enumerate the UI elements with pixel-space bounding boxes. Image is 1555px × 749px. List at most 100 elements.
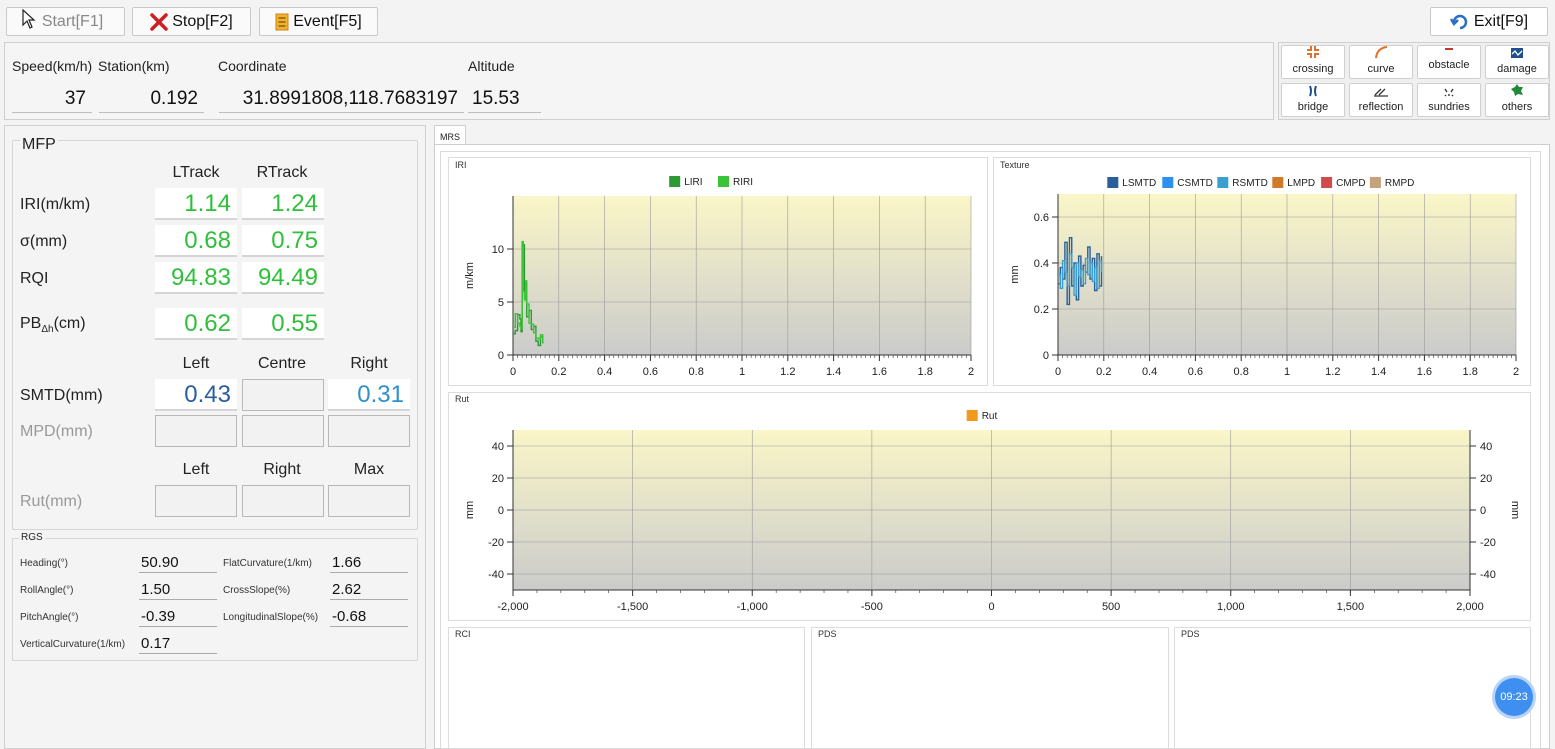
speed-value: 37 bbox=[12, 85, 92, 113]
crossing-button[interactable]: crossing bbox=[1281, 45, 1345, 79]
rtrack-header: RTrack bbox=[256, 164, 308, 181]
station-label: Station(km) bbox=[98, 58, 170, 74]
texture-chart: 0 0.2 0.4 0.6 0.8 1 1.2 1.4 1.6 1.8 2 0 0.2 0.4 0.6 mm L… bbox=[1009, 177, 1519, 378]
obstacle-button[interactable]: obstacle bbox=[1417, 45, 1481, 79]
x-tick-label: 0.2 bbox=[1096, 366, 1111, 378]
legend-label-cmpd: CMPD bbox=[1336, 178, 1365, 189]
exit-button[interactable]: Exit[F9] bbox=[1430, 7, 1548, 36]
event-list-icon bbox=[275, 13, 289, 31]
x-tick-label: 0 bbox=[1055, 366, 1061, 378]
x-tick-label: 1 bbox=[1284, 366, 1290, 378]
exit-arrow-icon bbox=[1449, 14, 1470, 30]
y2-axis-label: mm bbox=[1509, 501, 1521, 519]
stop-label: Stop[F2] bbox=[172, 12, 233, 30]
x-tick-label: 0.6 bbox=[1188, 366, 1203, 378]
others-label: others bbox=[1501, 101, 1533, 113]
event-button[interactable]: Event[F5] bbox=[259, 7, 378, 36]
clock-bubble[interactable]: 09:23 bbox=[1495, 678, 1533, 716]
mpd-left-value bbox=[155, 415, 237, 447]
flatcurv-label: FlatCurvature(1/km) bbox=[223, 558, 312, 569]
smtd-centre-value bbox=[242, 379, 324, 411]
bridge-button[interactable]: bridge bbox=[1281, 83, 1345, 117]
altitude-value: 15.53 bbox=[468, 85, 541, 113]
iri-left-value: 1.14 bbox=[155, 188, 237, 220]
x-tick-label: 1.6 bbox=[1417, 366, 1432, 378]
x-tick-label: 0 bbox=[988, 601, 994, 613]
longslope-value: -0.68 bbox=[330, 607, 408, 627]
curve-label: curve bbox=[1367, 63, 1395, 75]
mouse-cursor-icon bbox=[22, 8, 36, 34]
sigma-left-value: 0.68 bbox=[155, 225, 237, 257]
roll-label: RollAngle(°) bbox=[20, 585, 74, 596]
mrs-tab-label: MRS bbox=[440, 132, 460, 142]
legend-label-rsmtd: RSMTD bbox=[1232, 178, 1268, 189]
x-tick-label: -1,500 bbox=[617, 601, 648, 613]
legend-swatch-lmpd bbox=[1272, 177, 1284, 188]
sundries-button[interactable]: sundries bbox=[1417, 83, 1481, 117]
heading-label: Heading(°) bbox=[20, 558, 68, 569]
rut-right-header: Right bbox=[263, 461, 301, 478]
y-tick-label: 0.2 bbox=[1034, 304, 1049, 316]
sundries-icon bbox=[1442, 87, 1456, 101]
mpd-label: MPD(mm) bbox=[20, 423, 93, 440]
window-restore-icon[interactable] bbox=[1505, 0, 1519, 13]
pds-panel-2-title: PDS bbox=[1181, 629, 1200, 639]
clock-text: 09:23 bbox=[1500, 691, 1528, 703]
y-tick-label: 40 bbox=[492, 441, 504, 453]
pds-panel-1 bbox=[811, 627, 1169, 749]
reflection-button[interactable]: reflection bbox=[1349, 83, 1413, 117]
x-tick-label: -2,000 bbox=[497, 601, 528, 613]
x-tick-label: 0.4 bbox=[597, 366, 612, 378]
x-tick-label: 1.4 bbox=[826, 366, 841, 378]
rut-label: Rut(mm) bbox=[20, 493, 83, 510]
smtd-right-header: Right bbox=[350, 355, 388, 372]
stop-button[interactable]: Stop[F2] bbox=[132, 7, 251, 36]
pitch-value: -0.39 bbox=[139, 607, 217, 627]
x-tick-label: 2 bbox=[968, 366, 974, 378]
x-tick-label: 1.2 bbox=[780, 366, 795, 378]
smtd-right-value: 0.31 bbox=[328, 379, 410, 411]
rci-panel-title: RCI bbox=[455, 629, 471, 639]
y-tick-label: 20 bbox=[492, 473, 504, 485]
roll-value: 1.50 bbox=[139, 580, 217, 600]
legend-swatch-liri bbox=[669, 176, 681, 187]
sigma-right-value: 0.75 bbox=[242, 225, 324, 257]
sundries-label: sundries bbox=[1428, 101, 1470, 113]
bridge-label: bridge bbox=[1297, 101, 1329, 113]
legend-swatch-riri bbox=[718, 176, 729, 187]
pds-panel-2 bbox=[1174, 627, 1531, 749]
y2-tick-label: 20 bbox=[1480, 473, 1492, 485]
y2-tick-label: 40 bbox=[1480, 441, 1492, 453]
mrs-tab[interactable]: MRS bbox=[434, 125, 466, 145]
y2-tick-label: -40 bbox=[1480, 569, 1496, 581]
longslope-label: LongitudinalSlope(%) bbox=[223, 612, 319, 623]
rci-panel bbox=[448, 627, 805, 749]
crossslope-value: 2.62 bbox=[330, 580, 408, 600]
curve-button[interactable]: curve bbox=[1349, 45, 1413, 79]
pb-label: PBΔh(cm) bbox=[20, 315, 86, 335]
rut-right-value bbox=[242, 485, 324, 517]
speed-label: Speed(km/h) bbox=[12, 58, 93, 74]
curve-icon bbox=[1374, 45, 1388, 63]
mfp-title: MFP bbox=[20, 136, 58, 154]
legend-label-lmpd: LMPD bbox=[1287, 178, 1315, 189]
damage-button[interactable]: damage bbox=[1485, 45, 1549, 79]
others-button[interactable]: others bbox=[1485, 83, 1549, 117]
x-tick-label: 0 bbox=[510, 366, 516, 378]
x-tick-label: 1.2 bbox=[1325, 366, 1340, 378]
smtd-left-header: Left bbox=[182, 355, 210, 372]
pitch-label: PitchAngle(°) bbox=[20, 612, 79, 623]
x-tick-label: -500 bbox=[861, 601, 883, 613]
rqi-label: RQI bbox=[20, 270, 49, 287]
legend-swatch-rsmtd bbox=[1217, 177, 1229, 188]
y-axis-label: mm bbox=[1009, 265, 1021, 283]
vcurv-label: VerticalCurvature(1/km) bbox=[20, 639, 126, 650]
mpd-right-value bbox=[328, 415, 410, 447]
x-tick-label: 1.4 bbox=[1371, 366, 1386, 378]
smtd-left-value: 0.43 bbox=[155, 379, 237, 411]
y-axis-label: mm bbox=[464, 501, 476, 519]
y-tick-label: 5 bbox=[498, 297, 504, 309]
y-tick-label: -40 bbox=[488, 569, 504, 581]
x-tick-label: 2,000 bbox=[1456, 601, 1484, 613]
x-tick-label: 500 bbox=[1102, 601, 1120, 613]
